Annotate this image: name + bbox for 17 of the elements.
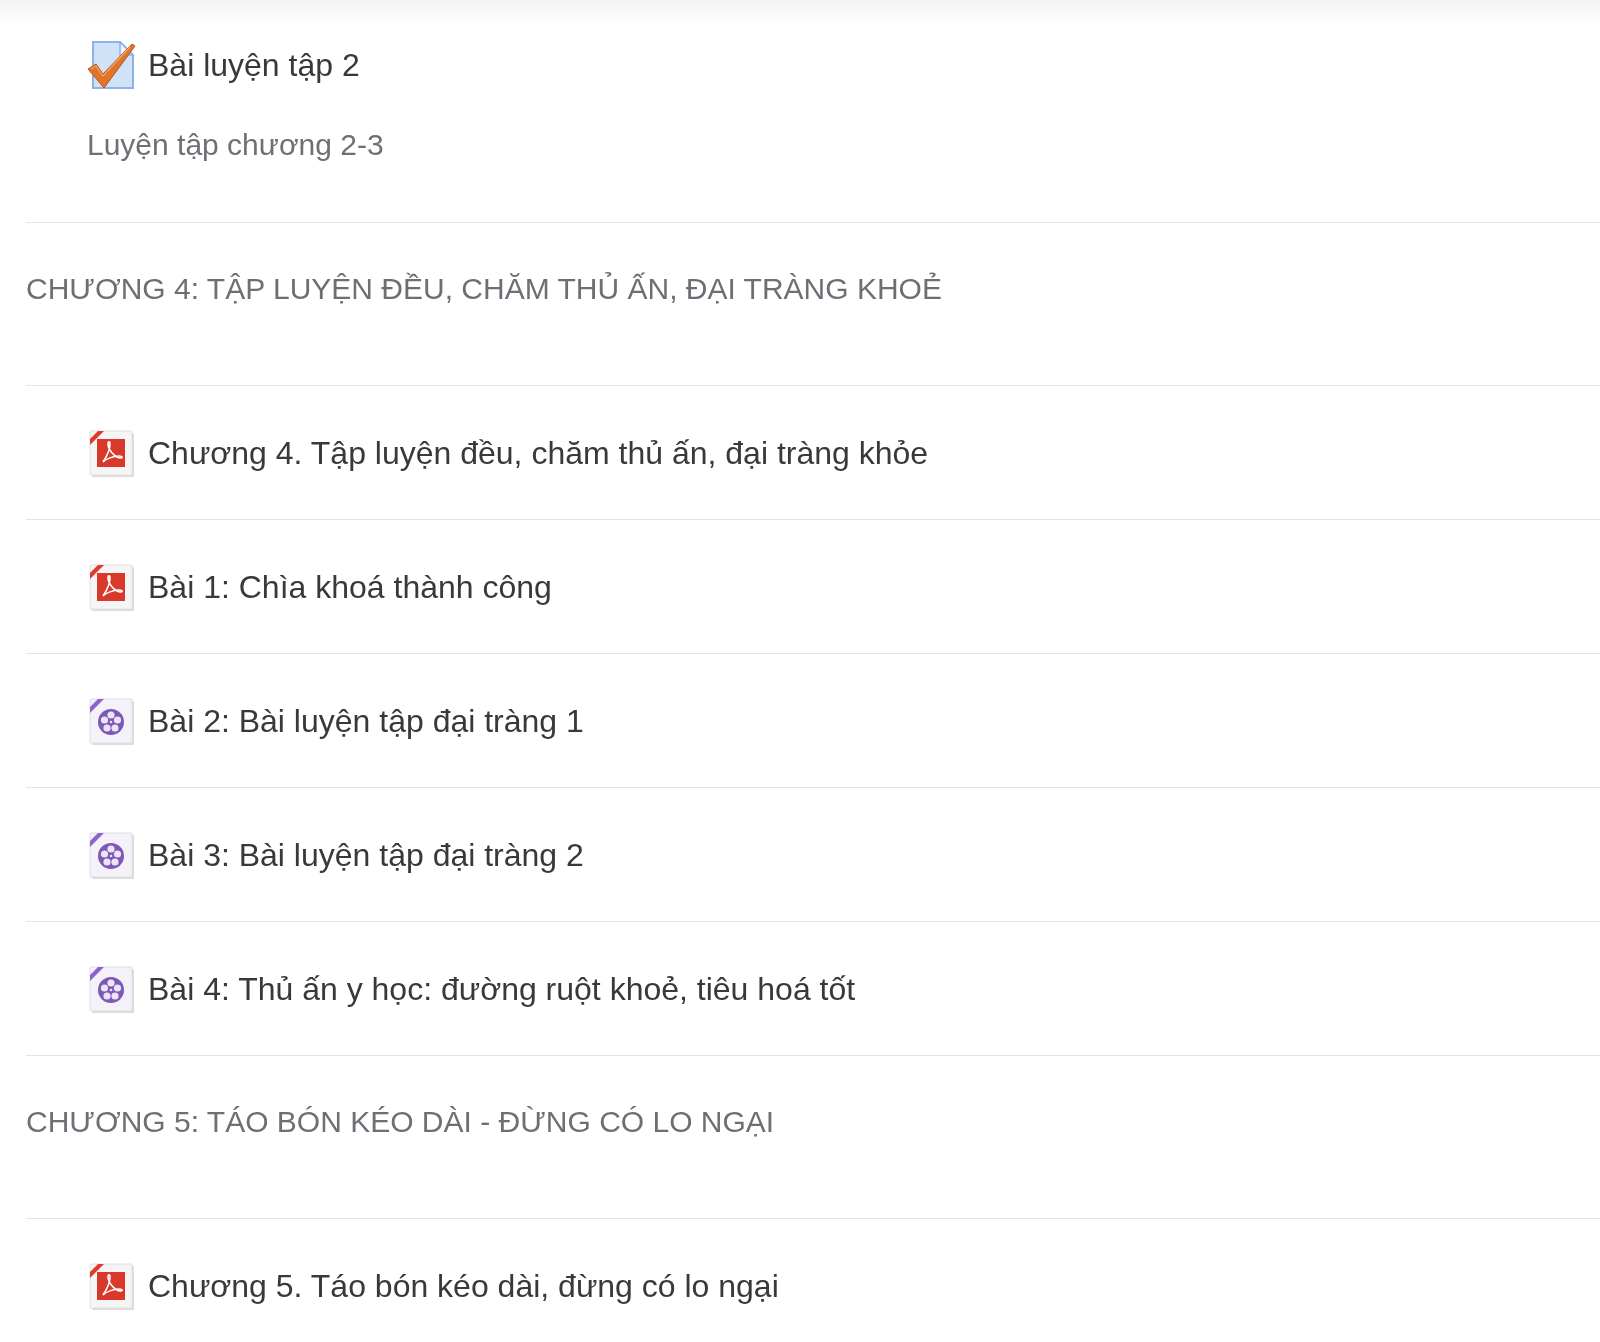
section-heading: CHƯƠNG 4: TẬP LUYỆN ĐỀU, CHĂM THỦ ẤN, ĐẠI TRÀNG KHOẺ <box>26 271 942 307</box>
activity-description: Luyện tập chương 2-3 <box>87 127 384 163</box>
pdf-file-icon <box>89 428 135 477</box>
activity-link[interactable]: Bài luyện tập 2 <box>148 43 360 87</box>
film-reel-file-icon <box>89 696 135 745</box>
activity-link[interactable]: Bài 4: Thủ ấn y học: đường ruột khoẻ, tiêu hoá tốt <box>148 966 856 1011</box>
activity-link[interactable]: Chương 5. Táo bón kéo dài, đừng có lo ngại <box>148 1263 779 1308</box>
pdf-file-icon <box>89 1261 135 1310</box>
activity-link[interactable]: Chương 4. Tập luyện đều, chăm thủ ấn, đại tràng khỏe <box>148 430 929 475</box>
activity-link[interactable]: Bài 3: Bài luyện tập đại tràng 2 <box>148 832 584 877</box>
section-heading: CHƯƠNG 5: TÁO BÓN KÉO DÀI - ĐỪNG CÓ LO NGẠI <box>26 1104 775 1140</box>
pdf-file-icon <box>89 562 135 611</box>
activity-link[interactable]: Bài 1: Chìa khoá thành công <box>148 564 552 609</box>
film-reel-file-icon <box>89 964 135 1013</box>
activity-link[interactable]: Bài 2: Bài luyện tập đại tràng 1 <box>148 698 584 743</box>
checkmark-document-icon <box>88 41 135 89</box>
film-reel-file-icon <box>89 830 135 879</box>
